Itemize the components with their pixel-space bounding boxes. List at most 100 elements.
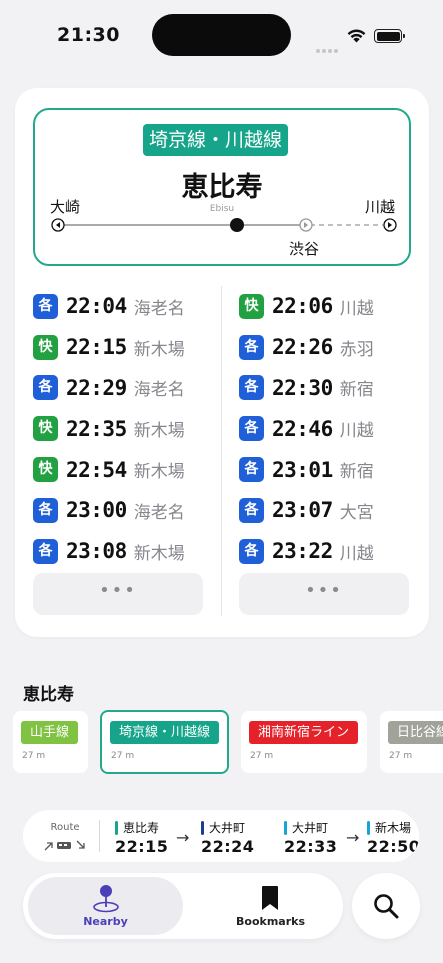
line-distance: 27 m bbox=[389, 751, 413, 761]
line-distance: 27 m bbox=[22, 751, 46, 761]
departure-row[interactable]: 快 22:06 川越 bbox=[239, 286, 417, 327]
rapid-train-badge: 快 bbox=[33, 334, 58, 360]
search-icon bbox=[374, 894, 399, 919]
departure-destination: 海老名 bbox=[133, 380, 185, 401]
line-distance: 27 m bbox=[111, 751, 135, 761]
line-badge: 埼京線・川越線 bbox=[110, 721, 220, 744]
line-card-hibiya[interactable]: 日比谷線 27 m bbox=[380, 711, 443, 773]
cellular-signal-icon bbox=[316, 38, 340, 53]
route-arrow-icon: → bbox=[346, 828, 360, 847]
departure-row[interactable]: 各 23:01 新宿 bbox=[239, 449, 417, 490]
next-station-label: 渋谷 bbox=[289, 240, 320, 258]
departure-time: 22:15 bbox=[66, 335, 127, 360]
line-badge: 湘南新宿ライン bbox=[249, 721, 359, 744]
departure-time: 23:00 bbox=[66, 498, 127, 523]
departure-row[interactable]: 各 23:22 川越 bbox=[239, 531, 417, 572]
more-departures-left-button[interactable]: ••• bbox=[33, 573, 203, 615]
line-color-bar bbox=[115, 820, 118, 835]
departure-time: 22:26 bbox=[272, 335, 333, 360]
departure-destination: 新木場 bbox=[133, 339, 185, 360]
status-time: 21:30 bbox=[57, 24, 120, 46]
rapid-train-badge: 快 bbox=[33, 416, 58, 442]
route-segment: 恵比寿 22:15 bbox=[115, 819, 168, 856]
departure-time: 22:29 bbox=[66, 375, 127, 400]
departure-destination: 新宿 bbox=[339, 380, 374, 401]
station-card: 埼京線・川越線 恵比寿 Ebisu 大崎 川越 渋谷 各 22:04 海老名快 22:… bbox=[15, 88, 429, 637]
local-train-badge: 各 bbox=[33, 538, 58, 564]
departure-destination: 新木場 bbox=[133, 421, 185, 442]
departure-destination: 川越 bbox=[339, 421, 374, 442]
local-train-badge: 各 bbox=[239, 497, 264, 523]
line-card-shonan-shinjuku[interactable]: 湘南新宿ライン 27 m bbox=[241, 711, 367, 773]
status-bar: 21:30 bbox=[0, 0, 443, 70]
line-card-saikyo-selected[interactable]: 埼京線・川越線 27 m bbox=[100, 710, 229, 774]
departure-row[interactable]: 快 22:15 新木場 bbox=[33, 327, 211, 368]
departure-row[interactable]: 各 22:29 海老名 bbox=[33, 368, 211, 409]
departure-destination: 川越 bbox=[339, 298, 374, 319]
departure-row[interactable]: 各 22:26 赤羽 bbox=[239, 327, 417, 368]
route-label: Route bbox=[50, 822, 80, 833]
route-time: 22:15 bbox=[115, 837, 169, 856]
tab-bar: Nearby Bookmarks bbox=[23, 873, 343, 939]
route-segment: 新木場 22:50 bbox=[367, 819, 419, 856]
line-badge: 山手線 bbox=[21, 721, 79, 744]
more-departures-right-button[interactable]: ••• bbox=[239, 573, 409, 615]
line-track-diagram bbox=[51, 218, 397, 232]
line-color-bar bbox=[284, 820, 287, 835]
local-train-badge: 各 bbox=[33, 293, 58, 319]
route-separator bbox=[99, 820, 100, 852]
line-distance: 27 m bbox=[250, 751, 274, 761]
route-bar[interactable]: Route 恵比寿 22:15 → 大井町 22:24 大井町 22:33 → … bbox=[23, 810, 419, 862]
rapid-train-badge: 快 bbox=[33, 457, 58, 483]
departure-destination: 新木場 bbox=[133, 543, 185, 564]
route-arrow-icon: → bbox=[176, 828, 190, 847]
bookmark-icon bbox=[262, 886, 278, 910]
route-transfer-icon bbox=[44, 840, 85, 851]
departure-row[interactable]: 快 22:35 新木場 bbox=[33, 408, 211, 449]
wifi-icon bbox=[347, 29, 366, 43]
route-station: 新木場 bbox=[375, 821, 412, 835]
departure-row[interactable]: 各 22:46 川越 bbox=[239, 408, 417, 449]
departure-row[interactable]: 各 22:30 新宿 bbox=[239, 368, 417, 409]
line-card-yamanote[interactable]: 山手線 27 m bbox=[13, 711, 88, 773]
departure-time: 23:01 bbox=[272, 457, 333, 482]
departure-row[interactable]: 各 23:07 大宮 bbox=[239, 490, 417, 531]
tab-nearby[interactable]: Nearby bbox=[28, 877, 183, 935]
departure-row[interactable]: 各 22:04 海老名 bbox=[33, 286, 211, 327]
departure-destination: 新木場 bbox=[133, 462, 185, 483]
line-badge: 日比谷線 bbox=[388, 721, 443, 744]
route-segment: 大井町 22:24 bbox=[201, 819, 254, 856]
route-time: 22:50 bbox=[367, 837, 419, 856]
departures-left-column: 各 22:04 海老名快 22:15 新木場各 22:29 海老名快 22:35 新木場快 22:… bbox=[33, 286, 211, 572]
departure-row[interactable]: 各 23:08 新木場 bbox=[33, 531, 211, 572]
station-name: 恵比寿 bbox=[181, 172, 263, 203]
station-header[interactable]: 埼京線・川越線 恵比寿 Ebisu 大崎 川越 渋谷 bbox=[33, 108, 411, 266]
departure-row[interactable]: 各 23:00 海老名 bbox=[33, 490, 211, 531]
line-color-bar bbox=[367, 820, 370, 835]
local-train-badge: 各 bbox=[33, 375, 58, 401]
departure-destination: 大宮 bbox=[339, 502, 374, 523]
station-lines-row: 山手線 27 m 埼京線・川越線 27 m 湘南新宿ライン 27 m 日比谷線 … bbox=[13, 710, 443, 774]
tab-nearby-label: Nearby bbox=[83, 915, 128, 928]
local-train-badge: 各 bbox=[239, 457, 264, 483]
search-button[interactable] bbox=[352, 873, 420, 939]
station-romaji: Ebisu bbox=[209, 204, 235, 214]
line-color-bar bbox=[201, 820, 204, 835]
column-divider bbox=[221, 286, 222, 616]
nearby-station-title: 恵比寿 bbox=[23, 685, 74, 705]
departure-time: 23:07 bbox=[272, 498, 333, 523]
rapid-train-badge: 快 bbox=[239, 293, 264, 319]
battery-icon bbox=[374, 29, 405, 43]
departure-time: 22:04 bbox=[66, 294, 127, 319]
tab-bookmarks[interactable]: Bookmarks bbox=[213, 877, 328, 935]
local-train-badge: 各 bbox=[33, 497, 58, 523]
departure-time: 22:46 bbox=[272, 416, 333, 441]
departure-destination: 海老名 bbox=[133, 502, 185, 523]
departure-destination: 川越 bbox=[339, 543, 374, 564]
departure-row[interactable]: 快 22:54 新木場 bbox=[33, 449, 211, 490]
departure-destination: 赤羽 bbox=[339, 339, 374, 360]
route-station: 恵比寿 bbox=[123, 821, 160, 835]
tab-bookmarks-label: Bookmarks bbox=[236, 915, 305, 928]
local-train-badge: 各 bbox=[239, 538, 264, 564]
local-train-badge: 各 bbox=[239, 416, 264, 442]
